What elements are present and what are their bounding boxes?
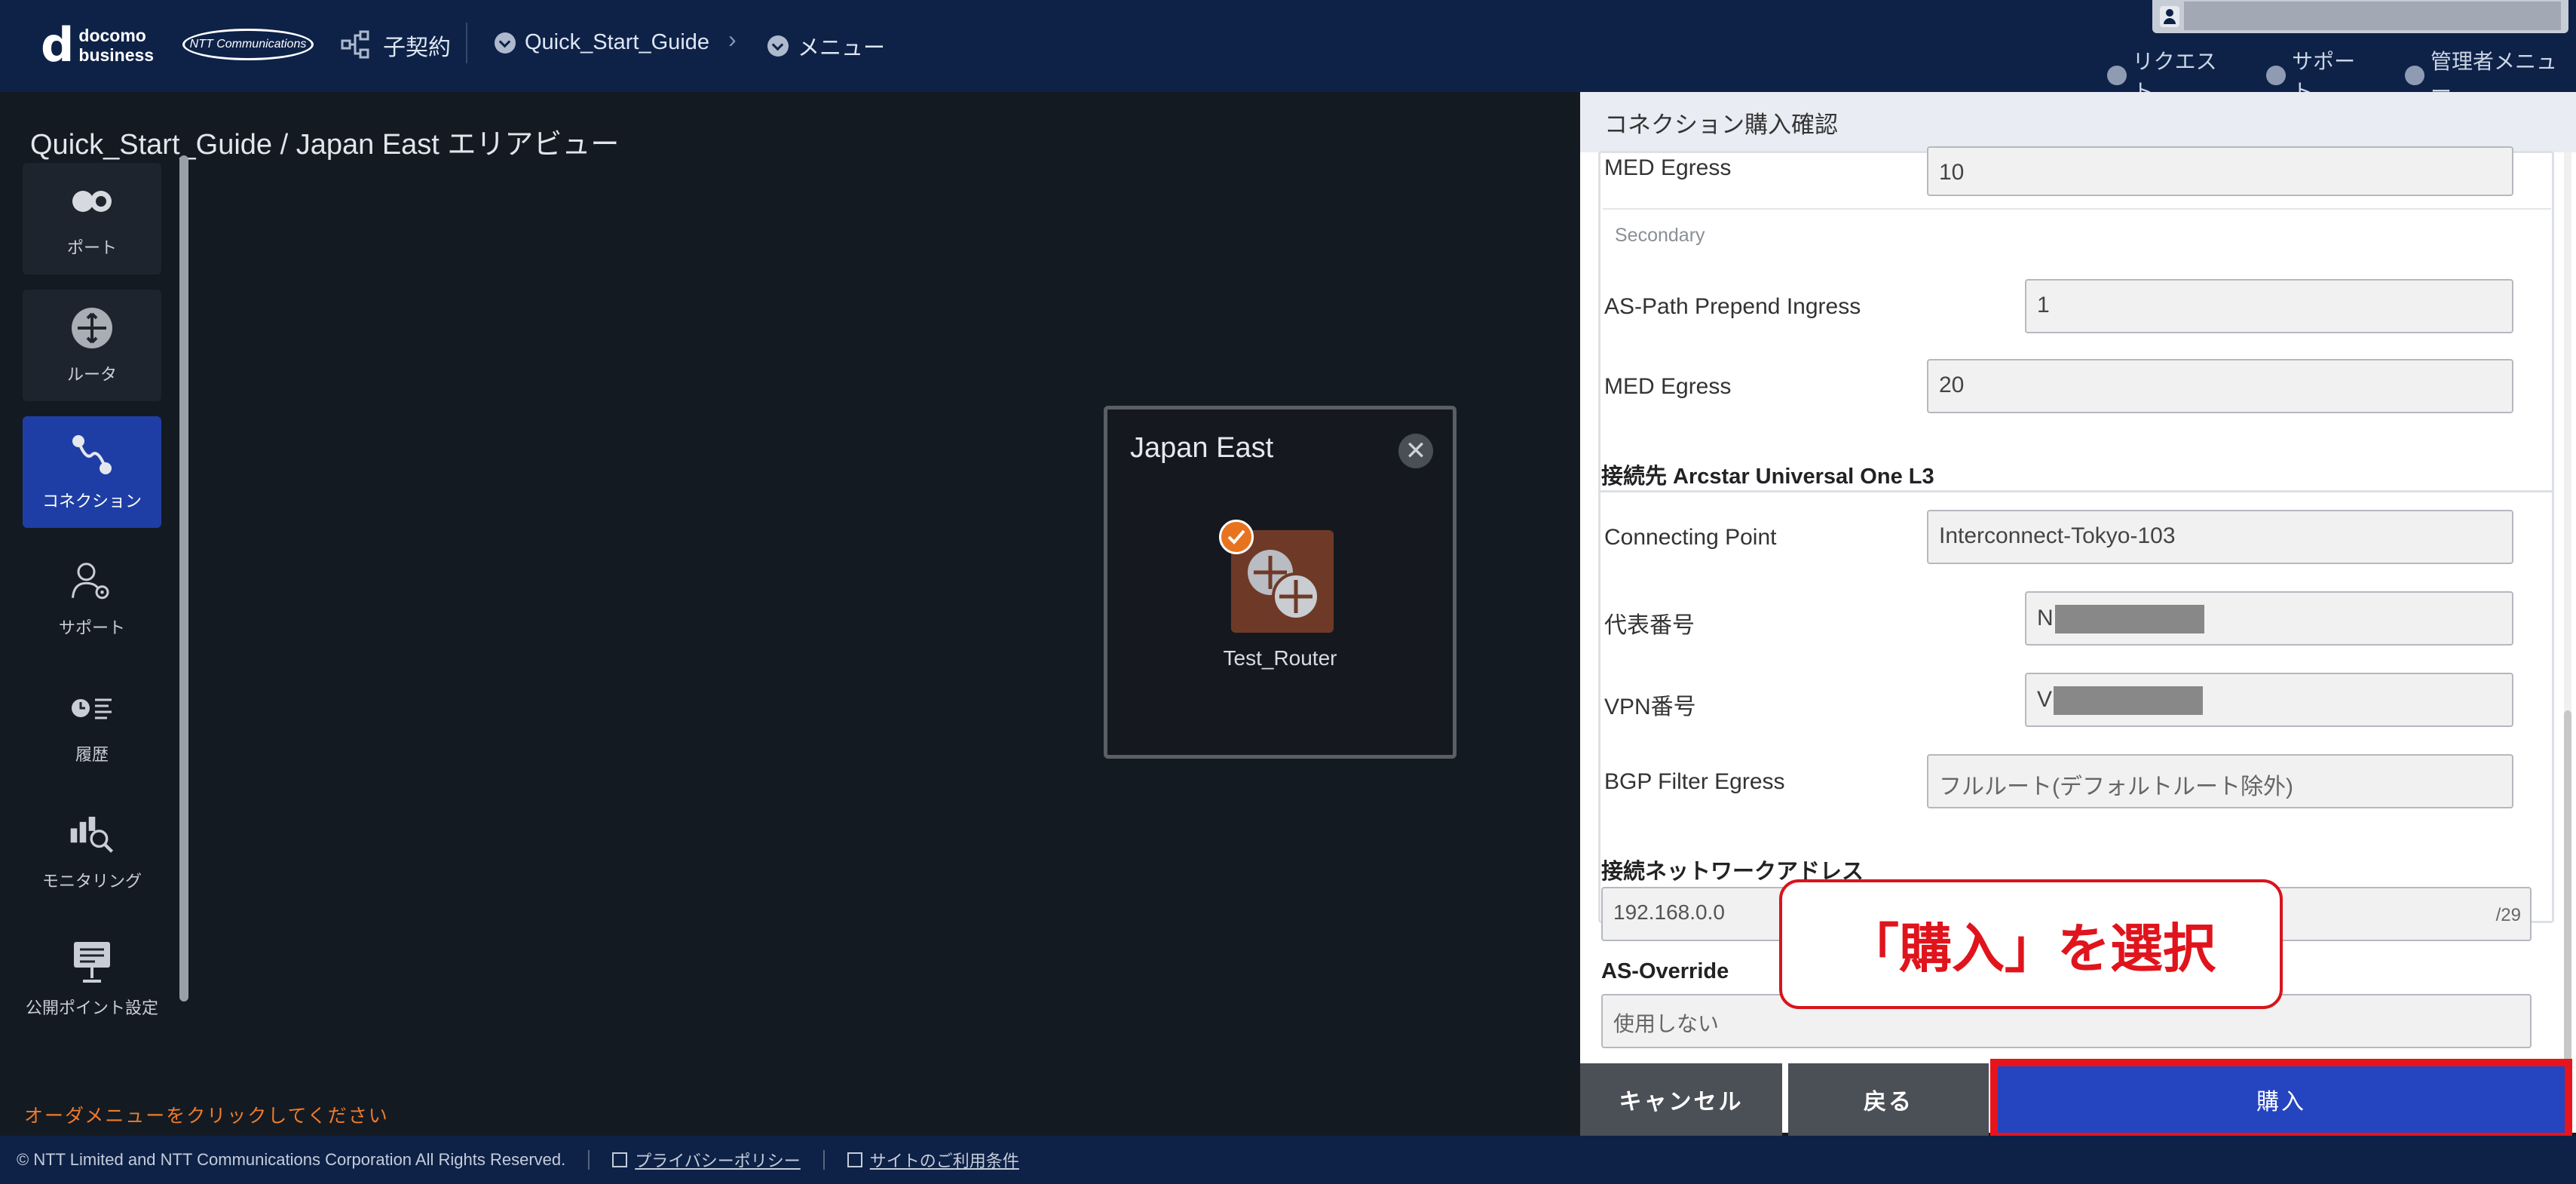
sidebar-item-router[interactable]: ルータ — [23, 290, 161, 401]
chevron-circle-icon — [767, 35, 789, 57]
terms-of-use-link[interactable]: サイトのご利用条件 — [847, 1148, 1019, 1172]
app-header: d docomo business NTT Communications 子契約… — [0, 0, 2576, 103]
sidebar-item-public-point[interactable]: 公開ポイント設定 — [23, 923, 161, 1035]
selected-check-icon — [1219, 520, 1254, 554]
breadcrumb-menu[interactable]: メニュー — [767, 30, 885, 62]
docomo-business-logo[interactable]: d docomo business — [41, 21, 154, 69]
instruction-callout: 「購入」を選択 — [1779, 879, 2283, 1009]
as-override-title: AS-Override — [1601, 959, 1729, 983]
bell-icon — [2107, 66, 2127, 85]
header-divider — [466, 23, 467, 63]
gear-icon — [2405, 66, 2424, 85]
panel-title: コネクション購入確認 — [1580, 92, 2576, 152]
area-popup: Japan East ✕ Test_Router — [1104, 406, 1456, 759]
user-name-redacted — [2184, 2, 2561, 30]
logo-mark: d — [41, 17, 75, 72]
external-link-icon — [847, 1152, 862, 1167]
section-divider — [1603, 208, 2551, 210]
app-footer: © NTT Limited and NTT Communications Cor… — [0, 1136, 2576, 1184]
secondary-med-egress-label: MED Egress — [1604, 374, 1732, 399]
primary-med-egress-label: MED Egress — [1604, 155, 1732, 180]
user-icon — [2160, 6, 2179, 27]
history-icon — [69, 686, 115, 731]
secondary-med-egress-field: 20 — [1927, 359, 2513, 413]
connection-icon — [69, 432, 115, 477]
sidebar-item-port[interactable]: ポート — [23, 163, 161, 275]
as-path-prepend-label: AS-Path Prepend Ingress — [1604, 294, 1861, 319]
logo-line2: business — [78, 45, 155, 65]
area-popup-title: Japan East — [1130, 432, 1274, 464]
footer-divider — [588, 1150, 590, 1170]
connecting-point-field: Interconnect-Tokyo-103 — [1927, 510, 2513, 564]
port-icon — [69, 179, 115, 224]
sidebar-item-history[interactable]: 履歴 — [23, 670, 161, 781]
secondary-label: Secondary — [1615, 225, 1705, 246]
redacted-value — [2054, 686, 2204, 715]
sidebar-item-support[interactable]: サポート — [23, 543, 161, 655]
footer-divider — [822, 1150, 825, 1170]
privacy-policy-link[interactable]: プライバシーポリシー — [612, 1148, 801, 1172]
back-button[interactable]: 戻る — [1788, 1063, 1989, 1136]
order-menu-hint: オーダメニューをクリックしてください — [24, 1106, 389, 1127]
redacted-value — [2054, 605, 2204, 633]
support-icon — [69, 559, 115, 604]
bgp-filter-field: フルルート(デフォルトルート除外) — [1927, 754, 2513, 808]
cancel-button[interactable]: キャンセル — [1580, 1063, 1782, 1136]
public-point-icon — [69, 939, 115, 984]
primary-med-egress-field: 10 — [1927, 146, 2513, 196]
breadcrumb-quick-start-guide[interactable]: Quick_Start_Guide — [495, 30, 709, 55]
router-icon — [69, 305, 115, 351]
hierarchy-icon — [341, 30, 369, 59]
sidebar-item-monitoring[interactable]: モニタリング — [23, 796, 161, 908]
monitoring-icon — [69, 812, 115, 857]
sidebar-scrollbar[interactable] — [179, 155, 188, 1001]
connecting-point-label: Connecting Point — [1604, 525, 1777, 550]
close-icon[interactable]: ✕ — [1398, 434, 1433, 468]
logo-line1: docomo — [78, 26, 146, 45]
ntt-communications-logo: NTT Communications — [182, 29, 314, 60]
panel-scrollbar[interactable] — [2564, 152, 2571, 1133]
copyright: © NTT Limited and NTT Communications Cor… — [17, 1150, 566, 1169]
breadcrumb-separator-icon: › — [728, 26, 737, 53]
chevron-circle-icon — [495, 32, 516, 54]
user-account-box[interactable] — [2152, 0, 2568, 33]
vpn-number-field: V — [2025, 673, 2513, 727]
network-prefix: /29 — [2495, 905, 2521, 925]
rep-number-field: N — [2025, 591, 2513, 646]
help-icon — [2266, 66, 2287, 85]
purchase-button[interactable]: 購入 — [1990, 1059, 2572, 1140]
sidebar-item-connection[interactable]: コネクション — [23, 416, 161, 528]
contract-label: 子契約 — [383, 35, 451, 60]
external-link-icon — [612, 1152, 628, 1167]
contract-switcher[interactable]: 子契約 — [341, 29, 451, 62]
as-path-prepend-field: 1 — [2025, 279, 2513, 333]
bgp-filter-label: BGP Filter Egress — [1604, 769, 1785, 794]
rep-number-label: 代表番号 — [1604, 613, 1695, 638]
vpn-number-label: VPN番号 — [1604, 695, 1696, 719]
order-sidebar: ポート ルータ コネクション サポート 履歴 モニタリング 公開ポイント設定 — [23, 163, 161, 1060]
router-name: Test_Router — [1223, 646, 1337, 670]
destination-title: 接続先 Arcstar Universal One L3 — [1601, 465, 1934, 489]
page-title: Quick_Start_Guide / Japan East エリアビュー — [30, 129, 620, 161]
